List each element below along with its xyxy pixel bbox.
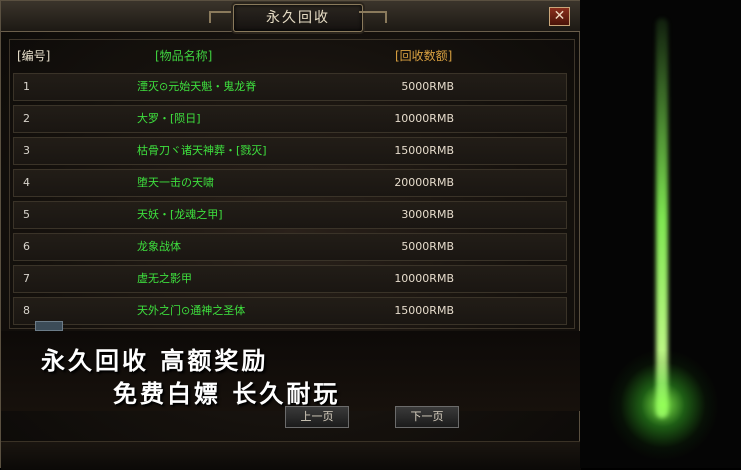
table-row[interactable]: 5 天妖・[龙魂之甲] 3000RMB bbox=[13, 201, 567, 229]
table-row[interactable]: 8 天外之门⊙通神之圣体 15000RMB bbox=[13, 297, 567, 325]
row-amount: 20000RMB bbox=[394, 176, 454, 189]
recycle-window: 永久回收 ✕ [编号] [物品名称] [回收数额] 1 湮灭⊙元始天魁・鬼龙脊 … bbox=[0, 0, 581, 470]
window-bottom-frame bbox=[1, 441, 581, 470]
prev-page-button[interactable]: 上一页 bbox=[285, 406, 349, 428]
table-row[interactable]: 4 堕天一击の天啸 20000RMB bbox=[13, 169, 567, 197]
row-amount: 5000RMB bbox=[401, 80, 454, 93]
row-id: 3 bbox=[23, 144, 30, 157]
row-item-name: 大罗・[陨日] bbox=[137, 112, 201, 125]
row-amount: 15000RMB bbox=[394, 304, 454, 317]
title-ornament-right bbox=[359, 11, 387, 23]
row-amount: 10000RMB bbox=[394, 112, 454, 125]
table-row[interactable]: 7 虚无之影甲 10000RMB bbox=[13, 265, 567, 293]
row-id: 8 bbox=[23, 304, 30, 317]
decorative-green-beam-art bbox=[580, 0, 741, 468]
row-id: 7 bbox=[23, 272, 30, 285]
promo-line-1: 永久回收 高额奖励 bbox=[41, 346, 269, 375]
table-row[interactable]: 6 龙象战体 5000RMB bbox=[13, 233, 567, 261]
glow-orb-icon bbox=[608, 350, 718, 460]
row-amount: 5000RMB bbox=[401, 240, 454, 253]
row-item-name: 枯骨刀ヾ诸天神葬・[戮灭] bbox=[137, 144, 267, 157]
row-item-name: 龙象战体 bbox=[137, 240, 181, 253]
row-id: 1 bbox=[23, 80, 30, 93]
row-item-name: 天妖・[龙魂之甲] bbox=[137, 208, 223, 221]
promo-line-2: 免费白嫖 长久耐玩 bbox=[113, 379, 341, 408]
header-item-name: [物品名称] bbox=[155, 49, 213, 63]
header-recycle-amount: [回收数额] bbox=[395, 49, 453, 63]
close-button[interactable]: ✕ bbox=[549, 7, 570, 26]
row-item-name: 虚无之影甲 bbox=[137, 272, 192, 285]
table-row[interactable]: 1 湮灭⊙元始天魁・鬼龙脊 5000RMB bbox=[13, 73, 567, 101]
close-icon: ✕ bbox=[553, 8, 566, 24]
row-amount: 10000RMB bbox=[394, 272, 454, 285]
row-item-name: 湮灭⊙元始天魁・鬼龙脊 bbox=[137, 80, 257, 93]
row-item-name: 天外之门⊙通神之圣体 bbox=[137, 304, 246, 317]
row-amount: 3000RMB bbox=[401, 208, 454, 221]
row-id: 4 bbox=[23, 176, 30, 189]
table-row[interactable]: 2 大罗・[陨日] 10000RMB bbox=[13, 105, 567, 133]
table-header: [编号] [物品名称] [回收数额] bbox=[17, 47, 557, 63]
scrollbar-thumb[interactable] bbox=[35, 321, 63, 331]
next-page-button[interactable]: 下一页 bbox=[395, 406, 459, 428]
row-item-name: 堕天一击の天啸 bbox=[137, 176, 214, 189]
header-id: [编号] bbox=[17, 49, 51, 63]
row-amount: 15000RMB bbox=[394, 144, 454, 157]
row-id: 5 bbox=[23, 208, 30, 221]
row-id: 2 bbox=[23, 112, 30, 125]
window-title: 永久回收 bbox=[233, 4, 363, 32]
table-row[interactable]: 3 枯骨刀ヾ诸天神葬・[戮灭] 15000RMB bbox=[13, 137, 567, 165]
row-id: 6 bbox=[23, 240, 30, 253]
